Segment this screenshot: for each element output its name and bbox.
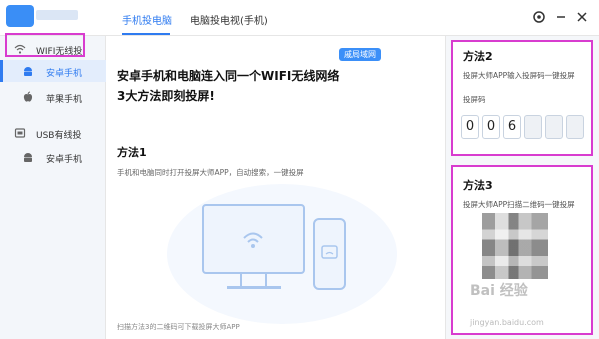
sidebar-item-label: 安卓手机	[46, 69, 83, 79]
page-headline: 安卓手机和电脑连入同一个WIFI无线网络 3大方法即刻投屏!	[117, 66, 387, 106]
baidu-watermark: Bai 经验	[470, 283, 528, 299]
sidebar-item-label: 安卓手机	[46, 155, 83, 165]
active-tab-indicator	[122, 33, 170, 35]
monitor-stand	[240, 274, 267, 286]
close-icon[interactable]	[575, 10, 589, 24]
app-name-blurred	[36, 10, 78, 20]
sidebar-item-iphone-wifi[interactable]: 苹果手机	[0, 86, 106, 108]
headline-line-2: 3大方法即刻投屏!	[117, 89, 215, 103]
usb-icon	[14, 127, 26, 139]
sidebar: WIFI无线投 安卓手机 苹果手机 USB有线投 安卓手机	[0, 36, 106, 339]
sidebar-item-android-usb[interactable]: 安卓手机	[0, 146, 106, 168]
highlight-frame-method3	[451, 165, 593, 335]
baidu-watermark-url: jingyan.baidu.com	[470, 318, 544, 327]
sidebar-item-label: USB有线投	[36, 131, 82, 141]
sidebar-item-usb[interactable]: USB有线投	[0, 124, 106, 142]
method1-description: 手机和电脑同时打开投屏大师APP，自动搜索，一键投屏	[117, 168, 304, 177]
settings-icon[interactable]	[532, 10, 546, 24]
monitor-base	[227, 286, 281, 289]
apple-icon	[22, 91, 34, 103]
title-bar: 手机投电脑 电脑投电视(手机)	[0, 0, 599, 36]
phone-cast-icon	[321, 245, 338, 259]
app-logo	[6, 5, 34, 27]
cast-signal-icon	[243, 232, 263, 248]
android-icon	[22, 65, 34, 77]
highlight-frame-method2	[451, 40, 593, 156]
tab-phone-to-pc[interactable]: 手机投电脑	[122, 12, 172, 27]
android-icon	[22, 151, 34, 163]
sidebar-item-label: 苹果手机	[46, 95, 83, 105]
download-hint: 扫描方法3的二维码可下载投屏大师APP	[117, 323, 240, 331]
lan-badge: 戚局域网	[339, 48, 381, 61]
monitor-illustration	[202, 204, 305, 274]
method1-title: 方法1	[117, 146, 147, 159]
minimize-icon[interactable]	[554, 10, 568, 24]
phone-illustration	[313, 218, 346, 290]
sidebar-item-android-wifi[interactable]: 安卓手机	[0, 60, 106, 82]
highlight-frame-wifi	[5, 33, 85, 57]
tab-pc-to-tv[interactable]: 电脑投电视(手机)	[190, 12, 268, 27]
headline-line-1: 安卓手机和电脑连入同一个WIFI无线网络	[117, 69, 340, 83]
